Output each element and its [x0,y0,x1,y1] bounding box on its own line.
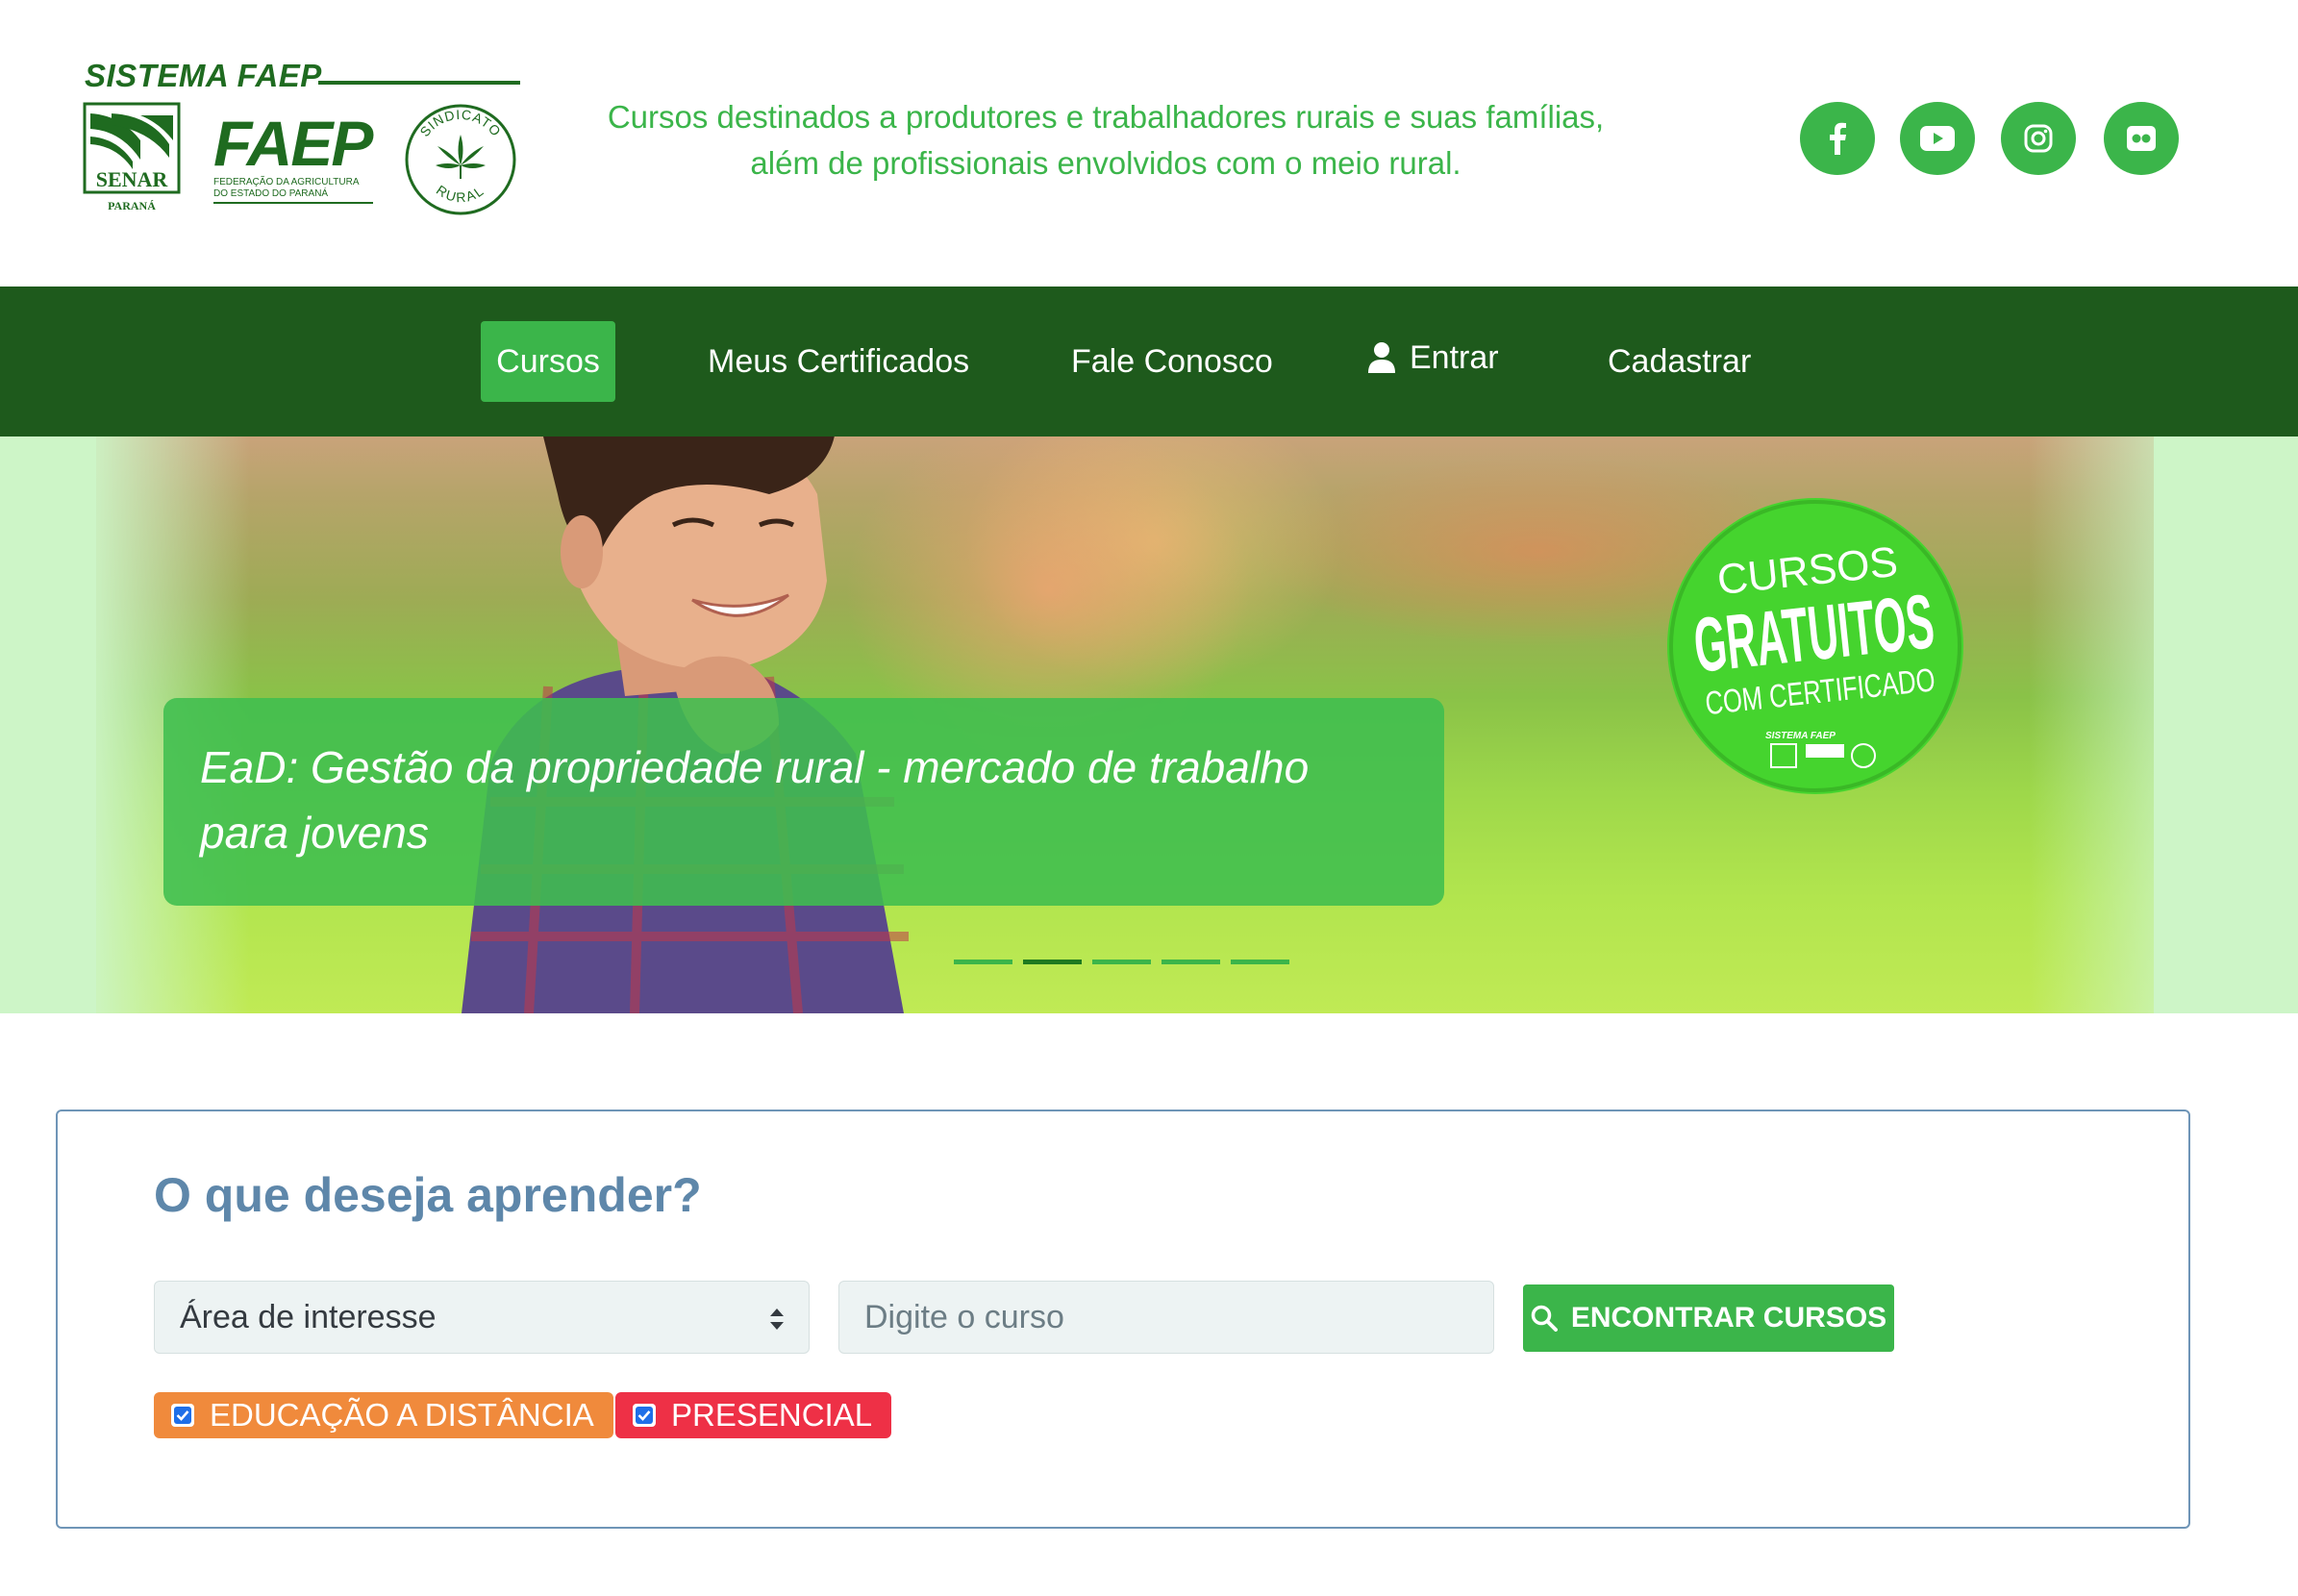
carousel-dot-3[interactable] [1092,960,1151,964]
youtube-button[interactable] [1900,102,1975,175]
find-courses-label: ENCONTRAR CURSOS [1570,1302,1887,1334]
badge-brand: SISTEMA FAEP [1765,731,1836,741]
sindicato-rural-logo: SINDICATO RURAL [405,104,516,215]
site-header: SISTEMA FAEP SENAR PARANÁ FAEP FEDERAÇÃO… [0,0,2298,287]
hero-caption-text: EaD: Gestão da propriedade rural - merca… [200,742,1310,858]
carousel-dot-1[interactable] [954,960,1012,964]
svg-text:SINDICATO: SINDICATO [416,107,504,139]
user-icon [1367,341,1396,374]
brand-rule [318,81,520,85]
brand-logos[interactable]: SISTEMA FAEP SENAR PARANÁ FAEP FEDERAÇÃO… [83,56,525,219]
faep-sub2: DO ESTADO DO PARANÁ [213,187,328,199]
faep-name: FAEP [213,110,374,179]
nav-item-label: Fale Conosco [1071,342,1273,380]
carousel-dot-4[interactable] [1161,960,1220,964]
nav-item-cursos[interactable]: Cursos [481,321,615,402]
check-icon [174,1407,191,1424]
check-icon [636,1407,653,1424]
hero-caption[interactable]: EaD: Gestão da propriedade rural - merca… [163,698,1444,906]
filter-ead-label: EDUCAÇÃO A DISTÂNCIA [210,1397,594,1433]
nav-item-cadastrar[interactable]: Cadastrar [1590,321,1768,402]
checkbox[interactable] [633,1404,656,1427]
senar-name: SENAR [96,167,169,191]
free-courses-badge: CURSOS GRATUITOS COM CERTIFICADO SISTEMA… [1667,498,1963,794]
carousel-indicators [954,960,1289,964]
nav-item-fale-conosco[interactable]: Fale Conosco [1054,321,1290,402]
checkbox[interactable] [171,1404,194,1427]
instagram-button[interactable] [2001,102,2076,175]
senar-sub: PARANÁ [108,199,156,212]
brand-title: SISTEMA FAEP [85,58,322,93]
sindicato-top: SINDICATO [416,107,503,139]
area-select-value: Área de interesse [180,1298,437,1335]
facebook-icon [1830,122,1846,155]
faep-sub1: FEDERAÇÃO DA AGRICULTURA [213,175,360,187]
nav-item-label: Meus Certificados [708,342,970,380]
filter-presencial-checkbox[interactable]: PRESENCIAL [615,1392,892,1438]
search-title: O que deseja aprender? [154,1168,702,1222]
instagram-icon [2024,124,2053,153]
facebook-button[interactable] [1800,102,1875,175]
hero-fade-right [2029,436,2298,1013]
filter-ead-checkbox[interactable]: EDUCAÇÃO A DISTÂNCIA [154,1392,613,1438]
flickr-icon [2127,126,2156,151]
nav-item-label: Cursos [496,342,600,380]
carousel-dot-2[interactable] [1023,960,1082,964]
find-courses-button[interactable]: ENCONTRAR CURSOS [1523,1284,1894,1352]
nav-item-label: Cadastrar [1608,342,1752,380]
nav-item-meus-certificados[interactable]: Meus Certificados [690,321,987,402]
area-interest-select[interactable]: Área de interesse [154,1281,810,1354]
select-arrows-icon [770,1309,784,1330]
carousel-dot-5[interactable] [1231,960,1289,964]
header-tagline: Cursos destinados a produtores e trabalh… [577,94,1635,187]
main-nav: Cursos Meus Certificados Fale Conosco En… [0,287,2298,436]
hero-carousel[interactable]: EaD: Gestão da propriedade rural - merca… [0,436,2298,1013]
svg-text:RURAL: RURAL [434,182,487,205]
course-search-input[interactable] [838,1281,1494,1354]
nav-item-label: Entrar [1410,338,1499,376]
nav-item-entrar[interactable]: Entrar [1350,317,1516,398]
youtube-icon [1920,126,1955,151]
flickr-button[interactable] [2104,102,2179,175]
filter-presencial-label: PRESENCIAL [671,1397,873,1433]
tagline-line-2: além de profissionais envolvidos com o m… [750,145,1461,181]
senar-logo: SENAR PARANÁ [83,102,181,212]
tagline-line-1: Cursos destinados a produtores e trabalh… [607,99,1605,135]
course-search-panel: O que deseja aprender? Área de interesse… [56,1110,2190,1529]
search-icon [1531,1305,1558,1332]
faep-logo: FAEP FEDERAÇÃO DA AGRICULTURA DO ESTADO … [213,110,376,204]
sindicato-bottom: RURAL [434,182,486,205]
